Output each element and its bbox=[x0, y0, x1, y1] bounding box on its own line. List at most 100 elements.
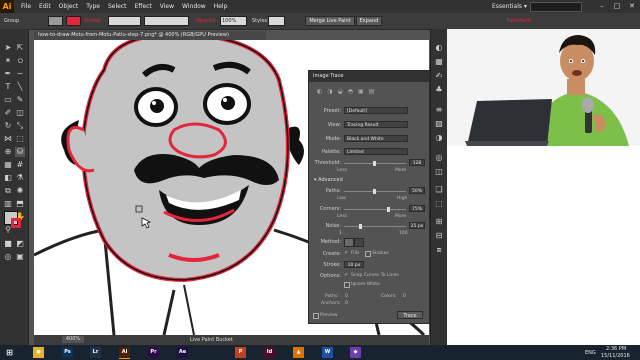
expand-button[interactable]: Expand bbox=[356, 16, 382, 26]
paths-value[interactable]: 50% bbox=[409, 187, 425, 194]
blend-tool-icon[interactable]: ⧉ bbox=[3, 186, 13, 196]
eyedropper-tool-icon[interactable]: ⚗ bbox=[15, 173, 25, 183]
taskbar-photoshop[interactable]: Ps bbox=[62, 347, 73, 358]
menu-view[interactable]: View bbox=[160, 3, 174, 10]
scale-tool-icon[interactable]: ⤡ bbox=[15, 121, 25, 131]
taskbar-lightroom[interactable]: Lr bbox=[90, 347, 101, 358]
strokes-checkbox[interactable] bbox=[365, 251, 371, 257]
taskbar-vlc[interactable]: ▲ bbox=[293, 347, 304, 358]
corners-value[interactable]: 75% bbox=[409, 205, 425, 212]
menu-type[interactable]: Type bbox=[86, 3, 100, 10]
close-button[interactable]: ✕ bbox=[625, 1, 639, 11]
method-overlapping-icon[interactable] bbox=[354, 238, 364, 247]
trace-button[interactable]: Trace bbox=[397, 311, 423, 319]
styles-swatch[interactable] bbox=[268, 16, 285, 26]
width-tool-icon[interactable]: ⋈ bbox=[3, 134, 13, 144]
maximize-button[interactable]: □ bbox=[610, 1, 624, 11]
curvature-tool-icon[interactable]: ∽ bbox=[15, 69, 25, 79]
align-panel-icon[interactable]: ⊞ bbox=[434, 217, 444, 227]
advanced-toggle[interactable]: ▾ Advanced bbox=[314, 177, 343, 183]
noise-value[interactable]: 25 px bbox=[409, 222, 425, 229]
artboards-panel-icon[interactable]: ⬚ bbox=[434, 199, 444, 209]
menu-help[interactable]: Help bbox=[214, 3, 228, 10]
taskbar-after-effects[interactable]: Ae bbox=[177, 347, 188, 358]
variable-width-field[interactable] bbox=[144, 16, 189, 26]
corners-slider[interactable] bbox=[344, 209, 406, 210]
transform-label[interactable]: Transform bbox=[506, 18, 531, 24]
preset-select[interactable]: [Default] bbox=[344, 107, 408, 114]
noise-slider[interactable] bbox=[344, 226, 406, 227]
noise-knob[interactable] bbox=[359, 224, 362, 229]
rotate-tool-icon[interactable]: ↻ bbox=[3, 121, 13, 131]
taskbar-chrome[interactable]: ● bbox=[33, 347, 44, 358]
taskbar-word[interactable]: W bbox=[322, 347, 333, 358]
taskbar-premiere[interactable]: Pr bbox=[148, 347, 159, 358]
opacity-field[interactable]: 100% bbox=[220, 16, 247, 26]
taskbar-illustrator[interactable]: Ai bbox=[119, 347, 130, 359]
snap-curves-checkbox[interactable]: ✓ bbox=[344, 272, 348, 278]
minimize-button[interactable]: – bbox=[595, 1, 609, 11]
gradient-panel-icon[interactable]: ▨ bbox=[434, 119, 444, 129]
ignore-white-checkbox[interactable] bbox=[344, 282, 350, 288]
palette-select[interactable]: Limited bbox=[344, 148, 408, 155]
paths-knob[interactable] bbox=[373, 189, 376, 194]
color-panel-icon[interactable]: ◐ bbox=[434, 43, 444, 53]
trace-preset-icons[interactable]: ◐◑◒◓▣▤ bbox=[317, 89, 421, 95]
document-tab[interactable]: how-to-draw-Motu-from-Motu-Patlu-step-7.… bbox=[34, 31, 266, 40]
merge-live-paint-button[interactable]: Merge Live Paint bbox=[305, 16, 355, 26]
stroke-value[interactable]: 10 px bbox=[344, 261, 364, 268]
search-stock-input[interactable] bbox=[530, 2, 582, 12]
gradient-tool-icon[interactable]: ◧ bbox=[3, 173, 13, 183]
stroke-weight-field[interactable] bbox=[108, 16, 141, 26]
screen-mode-icon[interactable]: ▣ bbox=[15, 252, 25, 262]
appearance-panel-icon[interactable]: ◎ bbox=[434, 153, 444, 163]
taskbar-media[interactable]: ◆ bbox=[350, 347, 361, 358]
color-mode-icon[interactable]: ■ bbox=[3, 239, 13, 249]
clock-time[interactable]: 2:36 PM bbox=[606, 346, 626, 352]
pen-tool-icon[interactable]: ✒ bbox=[3, 69, 13, 79]
menu-object[interactable]: Object bbox=[59, 3, 79, 10]
draw-mode-icon[interactable]: ◎ bbox=[3, 252, 13, 262]
swatches-panel-icon[interactable]: ▦ bbox=[434, 57, 444, 67]
workspace-switcher[interactable]: Essentials ▾ bbox=[492, 3, 527, 10]
magic-wand-tool-icon[interactable]: ✶ bbox=[3, 56, 13, 66]
line-tool-icon[interactable]: ╲ bbox=[15, 82, 25, 92]
stroke-swatch[interactable] bbox=[66, 16, 81, 26]
live-paint-bucket-tool-icon[interactable]: ⛁ bbox=[15, 147, 25, 157]
free-transform-tool-icon[interactable]: ⬚ bbox=[15, 134, 25, 144]
transform-panel-icon[interactable]: ⧈ bbox=[434, 245, 444, 255]
brushes-panel-icon[interactable]: ✍ bbox=[434, 71, 444, 81]
view-select[interactable]: Tracing Result bbox=[344, 121, 408, 128]
taskbar-powerpoint[interactable]: P bbox=[235, 347, 246, 358]
menu-window[interactable]: Window bbox=[182, 3, 206, 10]
menu-effect[interactable]: Effect bbox=[135, 3, 152, 10]
corners-knob[interactable] bbox=[387, 207, 390, 212]
clock-date[interactable]: 15/11/2016 bbox=[601, 353, 630, 359]
zoom-field[interactable]: 400% bbox=[62, 336, 84, 343]
symbol-sprayer-tool-icon[interactable]: ✺ bbox=[15, 186, 25, 196]
taskbar-indesign[interactable]: Id bbox=[264, 347, 275, 358]
image-trace-title[interactable]: Image Trace bbox=[309, 71, 429, 82]
mesh-tool-icon[interactable]: # bbox=[15, 160, 25, 170]
symbols-panel-icon[interactable]: ♣ bbox=[434, 85, 444, 95]
start-button[interactable]: ⊞ bbox=[4, 347, 15, 358]
column-graph-tool-icon[interactable]: ▥ bbox=[3, 199, 13, 209]
stroke-color-swatch[interactable] bbox=[11, 218, 21, 228]
preview-checkbox[interactable] bbox=[313, 313, 319, 319]
lasso-tool-icon[interactable]: ഠ bbox=[15, 56, 25, 66]
paintbrush-tool-icon[interactable]: ✎ bbox=[15, 95, 25, 105]
direct-selection-tool-icon[interactable]: ⇱ bbox=[15, 43, 25, 53]
shape-builder-tool-icon[interactable]: ⊕ bbox=[3, 147, 13, 157]
shaper-tool-icon[interactable]: ✐ bbox=[3, 108, 13, 118]
threshold-knob[interactable] bbox=[373, 161, 376, 166]
fill-swatch[interactable] bbox=[48, 16, 63, 26]
menu-select[interactable]: Select bbox=[108, 3, 127, 10]
language-indicator[interactable]: ENG bbox=[585, 350, 596, 356]
perspective-grid-tool-icon[interactable]: ▦ bbox=[3, 160, 13, 170]
threshold-value[interactable]: 128 bbox=[409, 159, 425, 166]
artboard-tool-icon[interactable]: ⬒ bbox=[15, 199, 25, 209]
menu-file[interactable]: File bbox=[21, 3, 31, 10]
eraser-tool-icon[interactable]: ◫ bbox=[15, 108, 25, 118]
pathfinder-panel-icon[interactable]: ⊟ bbox=[434, 231, 444, 241]
mode-select[interactable]: Black and White bbox=[344, 135, 408, 142]
